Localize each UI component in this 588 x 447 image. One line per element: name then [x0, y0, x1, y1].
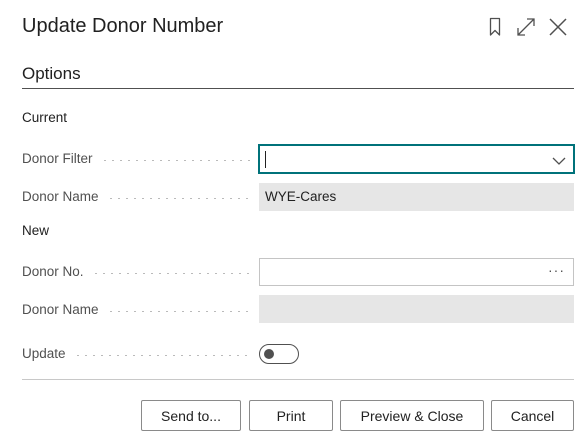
- current-donor-name-label-text: Donor Name: [22, 189, 99, 204]
- donor-no-label-text: Donor No.: [22, 264, 84, 279]
- update-toggle[interactable]: [259, 344, 299, 364]
- options-section-title: Options: [22, 64, 81, 83]
- update-label: Update: [22, 346, 250, 361]
- new-donor-name-field: [259, 295, 574, 323]
- send-to-button[interactable]: Send to...: [141, 400, 241, 431]
- print-button[interactable]: Print: [249, 400, 333, 431]
- chevron-down-icon[interactable]: [552, 154, 566, 165]
- cancel-button[interactable]: Cancel: [491, 400, 574, 431]
- current-donor-name-value: WYE-Cares: [265, 189, 337, 204]
- leader-dots: [100, 160, 250, 161]
- current-group-label: Current: [22, 110, 68, 125]
- donor-filter-label-text: Donor Filter: [22, 151, 93, 166]
- new-group-label: New: [22, 223, 50, 238]
- current-donor-name-field: WYE-Cares: [259, 183, 574, 211]
- donor-filter-label: Donor Filter: [22, 151, 250, 166]
- leader-dots: [91, 273, 250, 274]
- preview-close-button[interactable]: Preview & Close: [340, 400, 484, 431]
- new-donor-name-label: Donor Name: [22, 302, 250, 317]
- donor-filter-input[interactable]: [258, 144, 575, 174]
- section-divider: [22, 88, 574, 89]
- donor-no-input[interactable]: ···: [259, 258, 574, 286]
- current-donor-name-label: Donor Name: [22, 189, 250, 204]
- update-label-text: Update: [22, 346, 66, 361]
- new-donor-name-label-text: Donor Name: [22, 302, 99, 317]
- toggle-knob: [264, 349, 274, 359]
- header-actions: [484, 15, 574, 39]
- footer-divider: [22, 379, 574, 380]
- leader-dots: [106, 198, 250, 199]
- text-caret: [265, 151, 266, 168]
- dialog-title: Update Donor Number: [22, 15, 224, 37]
- close-icon[interactable]: [546, 15, 570, 39]
- expand-icon[interactable]: [514, 15, 538, 39]
- leader-dots: [73, 355, 250, 356]
- lookup-ellipsis-icon[interactable]: ···: [548, 262, 565, 278]
- donor-no-label: Donor No.: [22, 264, 250, 279]
- leader-dots: [106, 311, 250, 312]
- bookmark-icon[interactable]: [484, 15, 508, 39]
